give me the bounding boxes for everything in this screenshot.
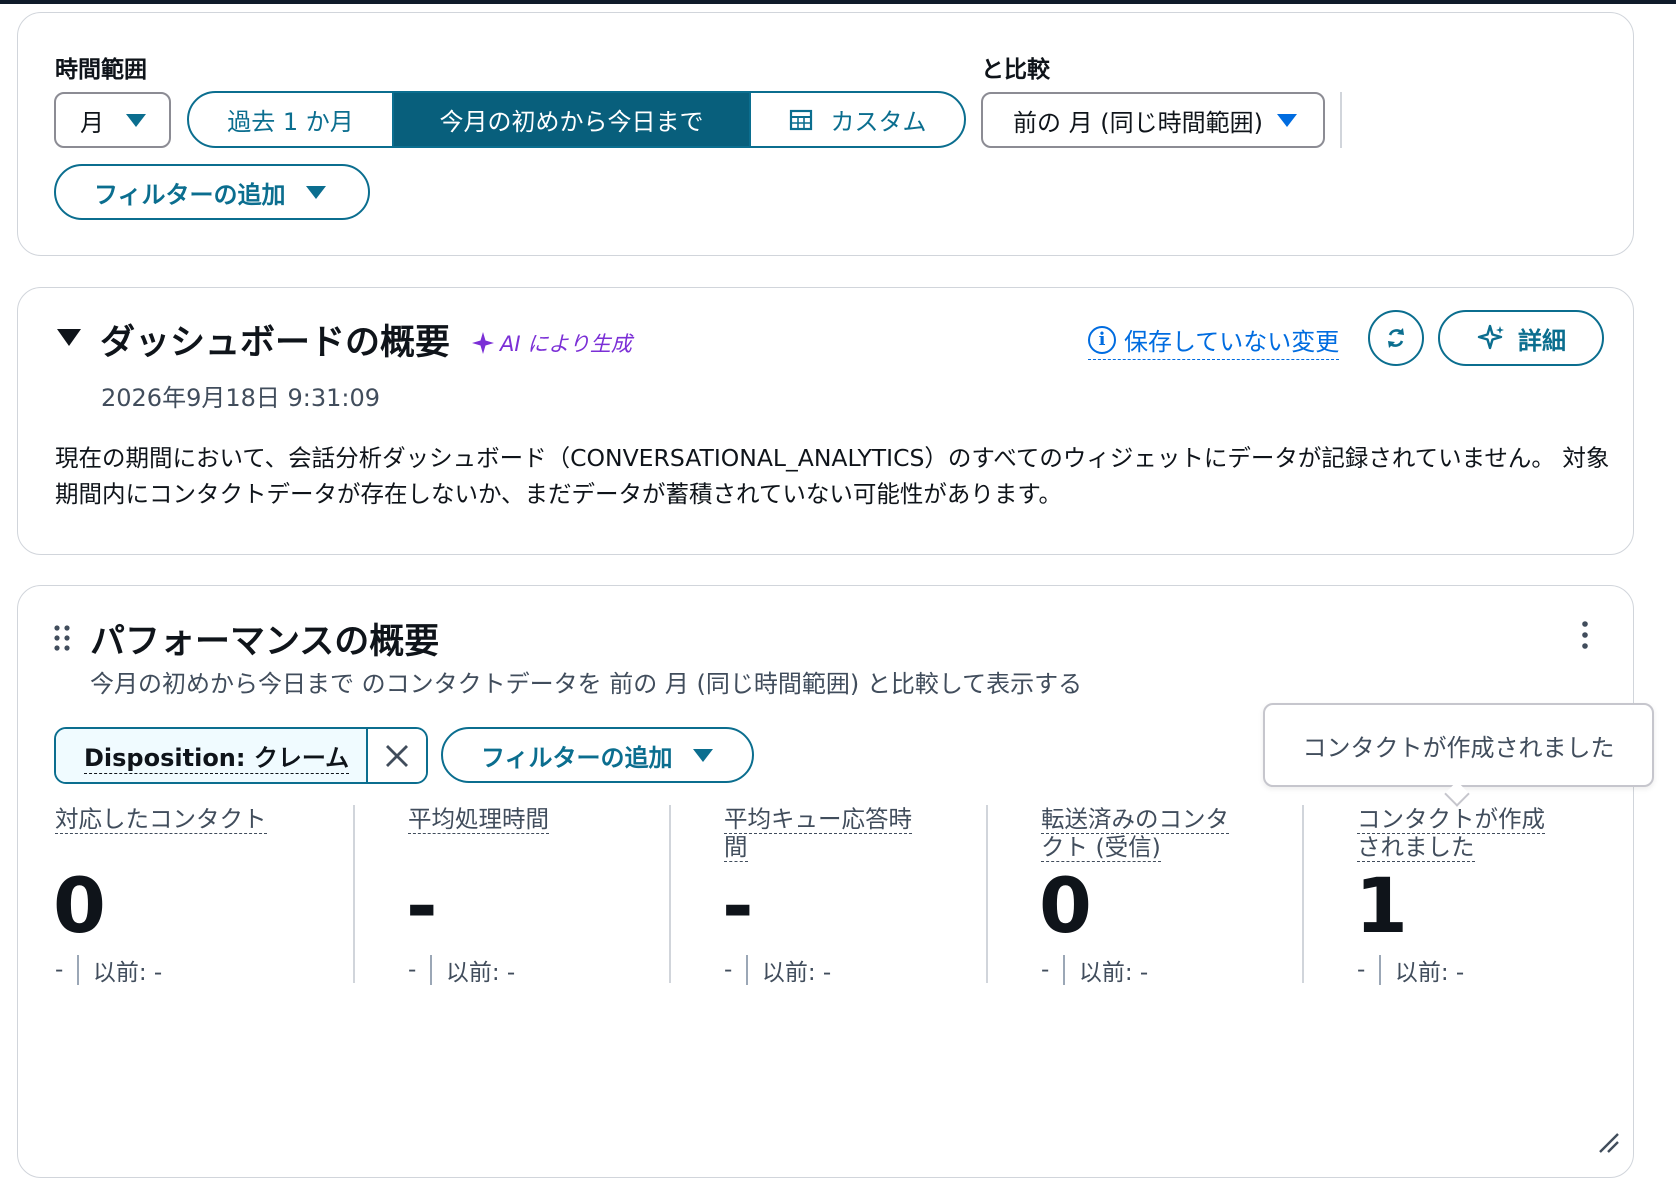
sparkle-icon: [1477, 324, 1504, 350]
resize-handle-icon[interactable]: [1596, 1130, 1620, 1154]
metric-label-contacts-created[interactable]: コンタクトが作成されました: [1357, 805, 1567, 862]
segment-last-month[interactable]: 過去 1 か月: [189, 93, 394, 146]
top-bar: [0, 0, 1676, 4]
metric-delta: -: [55, 957, 64, 983]
metric-delta: -: [1357, 957, 1366, 983]
metric-delta: -: [1041, 957, 1050, 983]
compare-label: と比較: [981, 57, 1050, 83]
more-options-icon[interactable]: [1580, 620, 1590, 650]
collapse-triangle-icon[interactable]: [56, 327, 82, 347]
caret-down-icon: [1276, 113, 1297, 127]
caret-down-icon: [692, 748, 713, 762]
metric-delta: -: [724, 957, 733, 983]
summary-timestamp: 2026年9月18日 9:31:09: [101, 384, 381, 412]
metric-value-contacts-created: 1: [1355, 861, 1408, 950]
caret-down-icon: [305, 185, 326, 199]
metric-previous: 以前: -: [445, 960, 516, 986]
metric-value-handled-contacts: 0: [53, 861, 106, 950]
metric-label-handled-contacts[interactable]: 対応したコンタクト: [55, 805, 315, 834]
widget-add-filter-button[interactable]: フィルターの追加: [441, 727, 754, 783]
metric-tooltip: コンタクトが作成されました: [1263, 703, 1654, 787]
metric-value-avg-queue-answer-time: -: [722, 861, 754, 950]
remove-filter-button[interactable]: [366, 729, 426, 782]
performance-title: パフォーマンスの概要: [90, 622, 440, 662]
metric-divider: [353, 805, 355, 983]
add-filter-button[interactable]: フィルターの追加: [54, 164, 370, 220]
granularity-value: 月: [80, 108, 104, 137]
segment-custom-label: カスタム: [830, 108, 927, 136]
metric-previous: 以前: -: [92, 960, 163, 986]
metric-label-avg-handle-time[interactable]: 平均処理時間: [408, 805, 668, 834]
details-button[interactable]: 詳細: [1438, 310, 1604, 366]
details-label: 詳細: [1518, 326, 1566, 355]
range-segmented-control: 過去 1 か月 今月の初めから今日まで カスタム: [187, 91, 966, 148]
summary-title: ダッシュボードの概要: [100, 323, 451, 363]
summary-body: 現在の期間において、会話分析ダッシュボード（CONVERSATIONAL_ANA…: [55, 444, 1610, 508]
unsaved-changes-link[interactable]: i 保存していない変更: [1088, 322, 1340, 360]
filter-chip-label-container: Disposition: クレーム: [56, 729, 366, 782]
time-range-label: 時間範囲: [55, 57, 147, 83]
close-icon: [386, 744, 408, 767]
metric-footer-avg-handle-time: - 以前: -: [408, 953, 515, 987]
filter-chip-label: Disposition: クレーム: [84, 738, 350, 774]
segment-month-to-date-label: 今月の初めから今日まで: [439, 108, 704, 136]
metric-delta: -: [408, 957, 417, 983]
info-icon: i: [1088, 325, 1116, 354]
segment-last-month-label: 過去 1 か月: [227, 108, 354, 136]
metric-footer-contacts-created: - 以前: -: [1357, 953, 1464, 987]
metric-label-avg-queue-answer-time[interactable]: 平均キュー応答時間: [724, 805, 934, 862]
filter-chip-disposition[interactable]: Disposition: クレーム: [54, 727, 428, 784]
metric-divider: [669, 805, 671, 983]
ai-badge-label: AI により生成: [500, 332, 632, 356]
sparkle-icon: [472, 332, 494, 354]
metric-footer-avg-queue-answer-time: - 以前: -: [724, 953, 831, 987]
segment-custom[interactable]: カスタム: [749, 93, 964, 146]
refresh-button[interactable]: [1368, 310, 1424, 366]
metric-divider: [1302, 805, 1304, 983]
compare-value: 前の 月 (同じ時間範囲): [1013, 108, 1263, 137]
add-filter-label: フィルターの追加: [94, 180, 286, 209]
metric-label-transferred-contacts[interactable]: 転送済みのコンタクト (受信): [1041, 805, 1251, 862]
metric-value-transferred-contacts: 0: [1039, 861, 1092, 950]
widget-add-filter-label: フィルターの追加: [481, 743, 673, 772]
metric-footer-transferred-contacts: - 以前: -: [1041, 953, 1148, 987]
metric-previous: 以前: -: [1078, 960, 1149, 986]
ai-generated-badge: AI により生成: [470, 328, 632, 358]
performance-subtitle: 今月の初めから今日まで のコンタクトデータを 前の 月 (同じ時間範囲) と比較…: [90, 670, 1083, 698]
tooltip-text: コンタクトが作成されました: [1302, 733, 1615, 762]
segment-month-to-date[interactable]: 今月の初めから今日まで: [394, 93, 749, 146]
unsaved-changes-label: 保存していない変更: [1124, 328, 1340, 356]
metric-previous: 以前: -: [761, 960, 832, 986]
metric-previous: 以前: -: [1394, 960, 1465, 986]
refresh-icon: [1388, 328, 1404, 348]
calendar-icon: [789, 109, 812, 130]
compare-dropdown[interactable]: 前の 月 (同じ時間範囲): [981, 92, 1325, 148]
metric-value-avg-handle-time: -: [406, 861, 438, 950]
divider: [1340, 92, 1342, 148]
granularity-dropdown[interactable]: 月: [54, 92, 171, 148]
metric-divider: [986, 805, 988, 983]
drag-handle-icon[interactable]: [53, 624, 71, 652]
caret-down-icon: [126, 113, 146, 127]
metric-footer-handled-contacts: - 以前: -: [55, 953, 162, 987]
